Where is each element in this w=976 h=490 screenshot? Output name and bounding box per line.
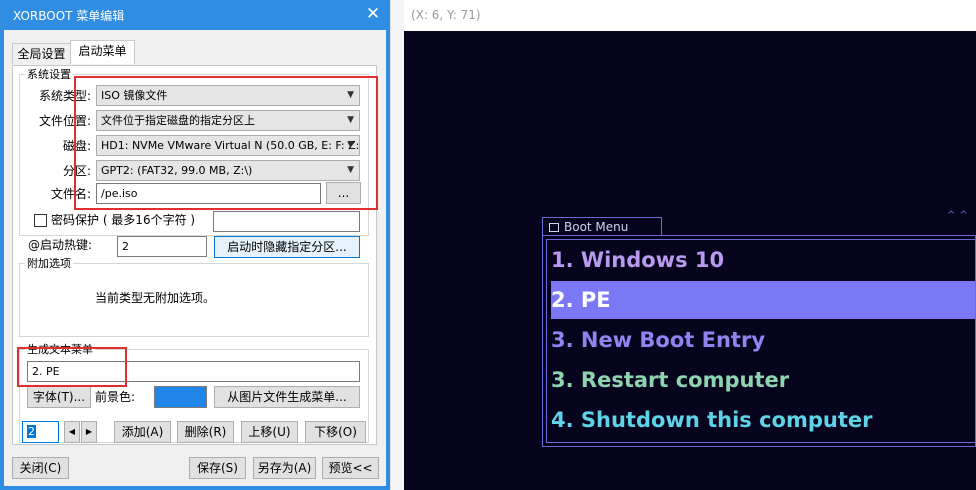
boot-entry-3[interactable]: 3. New Boot Entry bbox=[551, 321, 975, 359]
index-increment-button[interactable]: ▶ bbox=[81, 421, 97, 443]
delete-entry-button[interactable]: 删除(R) bbox=[177, 421, 234, 443]
boot-entry-1-label: 1. Windows 10 bbox=[551, 248, 725, 272]
system-settings-label: 系统设置 bbox=[25, 68, 73, 81]
boot-menu-title: Boot Menu bbox=[564, 220, 629, 234]
preview-button[interactable]: 预览<< bbox=[322, 457, 379, 479]
password-checkbox[interactable] bbox=[34, 214, 47, 227]
index-decrement-button[interactable]: ◀ bbox=[64, 421, 80, 443]
foreground-color-swatch[interactable] bbox=[154, 386, 207, 408]
boot-entry-2-label: 2. PE bbox=[551, 288, 611, 312]
generate-from-image-button[interactable]: 从图片文件生成菜单... bbox=[214, 386, 360, 408]
font-button[interactable]: 字体(T)... bbox=[27, 386, 91, 408]
tab-global-settings[interactable]: 全局设置 bbox=[12, 43, 71, 64]
boot-menu-list: 1. Windows 10 2. PE 3. New Boot Entry 3.… bbox=[546, 239, 975, 443]
tab-boot-menu[interactable]: 启动菜单 bbox=[70, 40, 135, 64]
hotkey-field[interactable]: 2 bbox=[117, 236, 207, 257]
boot-entry-restart-label: 3. Restart computer bbox=[551, 368, 790, 392]
save-as-button[interactable]: 另存为(A) bbox=[253, 457, 316, 479]
extra-options-message: 当前类型无附加选项。 bbox=[95, 291, 216, 305]
chevron-left-icon: ◀ bbox=[68, 427, 76, 436]
window-title: XORBOOT 菜单编辑 bbox=[13, 9, 125, 23]
boot-menu-tab: Boot Menu bbox=[542, 217, 662, 236]
entry-index-field[interactable]: 2 bbox=[22, 421, 59, 443]
foreground-color-label: 前景色: bbox=[95, 390, 136, 404]
close-icon[interactable]: ✕ bbox=[362, 2, 384, 26]
close-button[interactable]: 关闭(C) bbox=[12, 457, 69, 479]
annotation-box-text-menu bbox=[17, 347, 127, 387]
save-button[interactable]: 保存(S) bbox=[189, 457, 246, 479]
title-bar: XORBOOT 菜单编辑 ✕ bbox=[0, 0, 390, 30]
password-field[interactable] bbox=[213, 211, 360, 232]
boot-menu-frame: 1. Windows 10 2. PE 3. New Boot Entry 3.… bbox=[542, 235, 976, 447]
boot-entry-2-selected[interactable]: 2. PE bbox=[551, 281, 975, 319]
corner-decoration: ^^ bbox=[947, 210, 972, 221]
annotation-box-system bbox=[74, 76, 378, 210]
boot-entry-shutdown[interactable]: 4. Shutdown this computer bbox=[551, 401, 975, 439]
window-divider bbox=[390, 0, 404, 490]
boot-entry-3-label: 3. New Boot Entry bbox=[551, 328, 766, 352]
move-down-button[interactable]: 下移(O) bbox=[305, 421, 366, 443]
boot-entry-restart[interactable]: 3. Restart computer bbox=[551, 361, 975, 399]
password-label: 密码保护 ( 最多16个字符 ) bbox=[51, 213, 196, 227]
boot-entry-shutdown-label: 4. Shutdown this computer bbox=[551, 408, 873, 432]
hide-partition-button[interactable]: 启动时隐藏指定分区... bbox=[214, 236, 360, 258]
boot-entry-1[interactable]: 1. Windows 10 bbox=[551, 241, 975, 279]
add-entry-button[interactable]: 添加(A) bbox=[114, 421, 171, 443]
menu-icon bbox=[549, 223, 559, 232]
coordinate-readout: (X: 6, Y: 71) bbox=[404, 0, 976, 31]
move-up-button[interactable]: 上移(U) bbox=[241, 421, 298, 443]
xorboot-dialog: XORBOOT 菜单编辑 ✕ 全局设置 启动菜单 系统设置 系统类型: ISO … bbox=[0, 0, 390, 490]
hotkey-label: @启动热键: bbox=[27, 238, 92, 252]
entry-index-value: 2 bbox=[27, 425, 36, 438]
extra-options-label: 附加选项 bbox=[25, 257, 73, 270]
chevron-right-icon: ▶ bbox=[85, 427, 93, 436]
